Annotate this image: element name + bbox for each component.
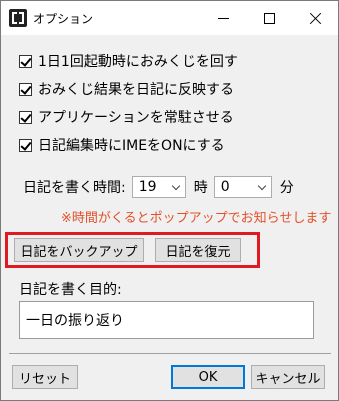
option-label: アプリケーションを常駐させる bbox=[38, 110, 234, 126]
minute-unit-label: 分 bbox=[279, 180, 294, 196]
minimize-button[interactable] bbox=[200, 1, 246, 35]
option-omikuji-to-diary[interactable]: おみくじ結果を日記に反映する bbox=[19, 80, 234, 98]
checkbox-checked-icon[interactable] bbox=[19, 138, 32, 152]
notification-note: ※時間がくるとポップアップでお知らせします bbox=[61, 211, 332, 226]
option-label: 1日1回起動時におみくじを回す bbox=[38, 54, 238, 70]
option-resident-app[interactable]: アプリケーションを常駐させる bbox=[19, 108, 234, 126]
minute-value: 0 bbox=[220, 179, 230, 195]
chevron-down-icon bbox=[257, 181, 266, 191]
hour-unit-label: 時 bbox=[193, 180, 208, 196]
maximize-button[interactable] bbox=[246, 1, 292, 35]
diary-time-label: 日記を書く時間: bbox=[23, 180, 126, 196]
hour-select[interactable]: 19 bbox=[131, 176, 186, 198]
backup-diary-button[interactable]: 日記をバックアップ bbox=[14, 238, 144, 262]
options-dialog: オプション 1日1回起動時におみくじを回す おみくじ結果を日記に反映する アプリ… bbox=[0, 0, 339, 401]
window-title: オプション bbox=[33, 12, 94, 26]
option-omikuji-on-start[interactable]: 1日1回起動時におみくじを回す bbox=[19, 52, 238, 70]
option-label: おみくじ結果を日記に反映する bbox=[38, 82, 234, 98]
option-ime-on-edit[interactable]: 日記編集時にIMEをONにする bbox=[19, 136, 225, 154]
ok-button[interactable]: OK bbox=[171, 365, 245, 389]
diary-purpose-input[interactable]: 一日の振り返り bbox=[19, 301, 314, 339]
dialog-content: 1日1回起動時におみくじを回す おみくじ結果を日記に反映する アプリケーションを… bbox=[1, 35, 338, 400]
close-icon bbox=[309, 12, 322, 25]
minimize-icon bbox=[217, 17, 229, 19]
title-bar[interactable]: オプション bbox=[1, 1, 338, 35]
minute-select[interactable]: 0 bbox=[213, 176, 272, 198]
hour-value: 19 bbox=[138, 179, 157, 195]
close-button[interactable] bbox=[292, 1, 338, 35]
diary-purpose-label: 日記を書く目的: bbox=[19, 282, 122, 298]
maximize-icon bbox=[263, 12, 275, 24]
restore-diary-button[interactable]: 日記を復元 bbox=[155, 238, 241, 262]
chevron-down-icon bbox=[171, 181, 180, 191]
checkbox-checked-icon[interactable] bbox=[19, 110, 32, 124]
app-icon bbox=[9, 9, 27, 27]
option-label: 日記編集時にIMEをONにする bbox=[38, 138, 225, 154]
footer-divider bbox=[9, 353, 331, 354]
reset-button[interactable]: リセット bbox=[12, 365, 78, 389]
checkbox-checked-icon[interactable] bbox=[19, 54, 32, 68]
checkbox-checked-icon[interactable] bbox=[19, 82, 32, 96]
cancel-button[interactable]: キャンセル bbox=[251, 365, 325, 389]
diary-time-row: 日記を書く時間: 19 時 0 分 bbox=[23, 175, 294, 199]
